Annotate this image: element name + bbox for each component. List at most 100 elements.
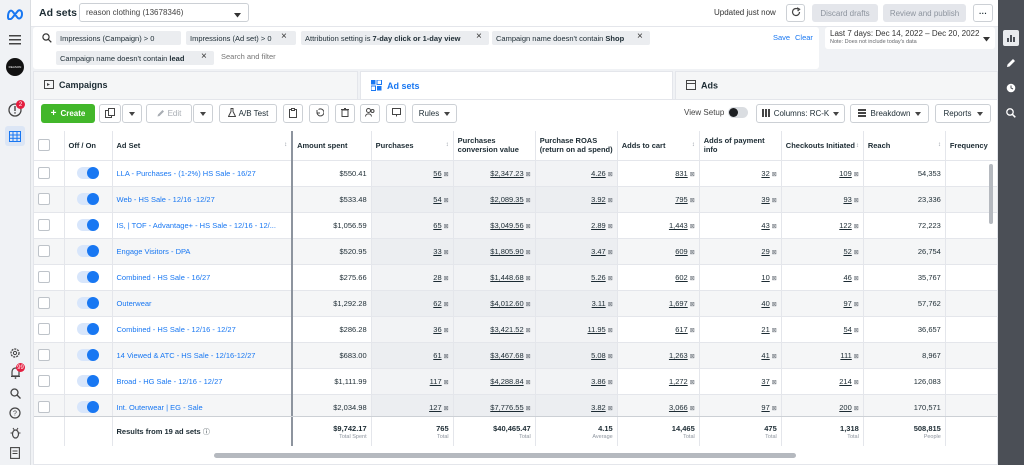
conversion-value[interactable]: $4,288.84 — [490, 377, 523, 386]
adds-to-cart-cell[interactable]: 1,272 ⊠ — [617, 368, 700, 395]
adds-payment-value[interactable]: 39 — [761, 195, 769, 204]
header-amount-spent[interactable]: Amount spent — [292, 131, 372, 161]
purchases-cell[interactable]: 28 ⊠ — [371, 264, 454, 291]
roas-cell[interactable]: 5.26 ⊠ — [535, 264, 618, 291]
row-checkbox[interactable] — [38, 245, 50, 257]
on-off-toggle[interactable] — [77, 219, 99, 231]
on-off-toggle[interactable] — [77, 349, 99, 361]
adds-payment-cell[interactable]: 39 ⊠ — [699, 186, 782, 213]
preview-button[interactable] — [386, 104, 406, 123]
roas-cell[interactable]: 3.47 ⊠ — [535, 238, 618, 265]
roas-value[interactable]: 3.92 — [591, 195, 606, 204]
on-off-toggle[interactable] — [77, 375, 99, 387]
checkouts-value[interactable]: 46 — [843, 273, 851, 282]
on-off-toggle[interactable] — [77, 271, 99, 283]
header-conversion-value[interactable]: Purchases conversion value — [453, 131, 536, 161]
adds-payment-value[interactable]: 32 — [761, 169, 769, 178]
row-checkbox[interactable] — [38, 167, 50, 179]
adds-to-cart-value[interactable]: 617 — [675, 325, 688, 334]
ad-set-name[interactable]: Broad - HG Sale - 12/16 - 12/27 — [112, 368, 294, 395]
conversion-value-cell[interactable]: $3,467.68 ⊠ — [453, 342, 536, 369]
table-row[interactable]: Web - HS Sale - 12/16 -12/27 $533.48 54 ⊠ $2… — [34, 186, 997, 213]
ad-set-name[interactable]: Combined - HS Sale - 12/16 - 12/27 — [112, 316, 294, 343]
roas-value[interactable]: 5.26 — [591, 273, 606, 282]
conversion-value-cell[interactable]: $1,805.90 ⊠ — [453, 238, 536, 265]
conversion-value[interactable]: $3,049.56 — [490, 221, 523, 230]
ad-set-name[interactable]: Engage Visitors - DPA — [112, 238, 294, 265]
row-checkbox[interactable] — [38, 375, 50, 387]
on-off-toggle[interactable] — [77, 193, 99, 205]
table-row[interactable]: LLA - Purchases - (1-2%) HS Sale - 16/27… — [34, 160, 997, 187]
on-off-toggle[interactable] — [77, 167, 99, 179]
edit-dropdown-button[interactable] — [193, 104, 213, 123]
roas-cell[interactable]: 3.92 ⊠ — [535, 186, 618, 213]
history-clock-icon[interactable] — [1003, 80, 1019, 96]
view-setup-toggle[interactable] — [728, 107, 748, 118]
adds-to-cart-value[interactable]: 795 — [675, 195, 688, 204]
checkouts-cell[interactable]: 122 ⊠ — [781, 212, 864, 239]
clipboard-button[interactable] — [283, 104, 303, 123]
adds-to-cart-cell[interactable]: 1,263 ⊠ — [617, 342, 700, 369]
adds-payment-value[interactable]: 29 — [761, 247, 769, 256]
checkouts-value[interactable]: 93 — [843, 195, 851, 204]
roas-value[interactable]: 11.95 — [587, 325, 605, 334]
undo-button[interactable] — [309, 104, 329, 123]
discard-drafts-button[interactable]: Discard drafts — [812, 4, 878, 22]
header-frequency[interactable]: Frequency — [945, 131, 997, 161]
purchases-value[interactable]: 117 — [430, 377, 442, 386]
adds-payment-cell[interactable]: 21 ⊠ — [699, 316, 782, 343]
row-checkbox[interactable] — [38, 219, 50, 231]
table-row[interactable]: Broad - HG Sale - 12/16 - 12/27 $1,111.99… — [34, 368, 997, 395]
on-off-toggle[interactable] — [77, 401, 99, 413]
adds-payment-cell[interactable]: 41 ⊠ — [699, 342, 782, 369]
filter-chip[interactable]: Impressions (Ad set) > 0 — [186, 31, 296, 45]
alerts-icon[interactable]: 2 — [5, 100, 25, 120]
table-row[interactable]: Engage Visitors - DPA $520.95 33 ⊠ $1,805.90… — [34, 238, 997, 265]
conversion-value[interactable]: $1,805.90 — [490, 247, 523, 256]
checkouts-cell[interactable]: 52 ⊠ — [781, 238, 864, 265]
date-range-picker[interactable]: Last 7 days: Dec 14, 2022 – Dec 20, 2022… — [825, 27, 995, 49]
purchases-value[interactable]: 127 — [429, 403, 442, 412]
on-off-toggle[interactable] — [77, 245, 99, 257]
on-off-toggle[interactable] — [77, 297, 99, 309]
adds-payment-cell[interactable]: 40 ⊠ — [699, 290, 782, 317]
checkouts-cell[interactable]: 111 ⊠ — [781, 342, 864, 369]
duplicate-button[interactable] — [99, 104, 121, 123]
ab-test-button[interactable]: A/B Test — [219, 104, 277, 123]
adds-payment-value[interactable]: 97 — [761, 403, 769, 412]
purchases-value[interactable]: 61 — [433, 351, 441, 360]
conversion-value[interactable]: $3,421.52 — [490, 325, 523, 334]
tab-ads[interactable]: Ads — [675, 71, 998, 99]
on-off-toggle[interactable] — [77, 323, 99, 335]
ad-set-name[interactable]: Outerwear — [112, 290, 294, 317]
purchases-cell[interactable]: 33 ⊠ — [371, 238, 454, 265]
checkouts-cell[interactable]: 97 ⊠ — [781, 290, 864, 317]
account-selector[interactable]: reason clothing (13678346) — [79, 3, 249, 22]
checkouts-cell[interactable]: 54 ⊠ — [781, 316, 864, 343]
close-icon[interactable]: × — [637, 31, 643, 42]
purchases-value[interactable]: 54 — [433, 195, 441, 204]
conversion-value-cell[interactable]: $4,012.60 ⊠ — [453, 290, 536, 317]
filter-chip[interactable]: Attribution setting is 7-day click or 1-… — [301, 31, 489, 45]
review-and-publish-button[interactable]: Review and publish — [883, 4, 966, 22]
adds-payment-cell[interactable]: 43 ⊠ — [699, 212, 782, 239]
adds-payment-value[interactable]: 41 — [761, 351, 769, 360]
purchases-value[interactable]: 36 — [433, 325, 441, 334]
adds-payment-cell[interactable]: 10 ⊠ — [699, 264, 782, 291]
checkouts-value[interactable]: 52 — [843, 247, 851, 256]
adds-to-cart-value[interactable]: 831 — [675, 169, 688, 178]
charts-icon[interactable] — [1003, 30, 1019, 46]
conversion-value[interactable]: $1,448.68 — [490, 273, 523, 282]
conversion-value[interactable]: $2,347.23 — [490, 169, 523, 178]
conversion-value-cell[interactable]: $2,089.35 ⊠ — [453, 186, 536, 213]
roas-value[interactable]: 2.89 — [591, 221, 606, 230]
roas-value[interactable]: 3.82 — [591, 403, 606, 412]
conversion-value[interactable]: $7,776.55 — [490, 403, 523, 412]
adds-to-cart-value[interactable]: 3,066 — [669, 403, 688, 412]
close-icon[interactable]: × — [201, 51, 207, 62]
purchases-value[interactable]: 28 — [433, 273, 441, 282]
roas-cell[interactable]: 3.86 ⊠ — [535, 368, 618, 395]
row-checkbox[interactable] — [38, 297, 50, 309]
roas-value[interactable]: 3.47 — [591, 247, 606, 256]
delete-button[interactable] — [335, 104, 355, 123]
